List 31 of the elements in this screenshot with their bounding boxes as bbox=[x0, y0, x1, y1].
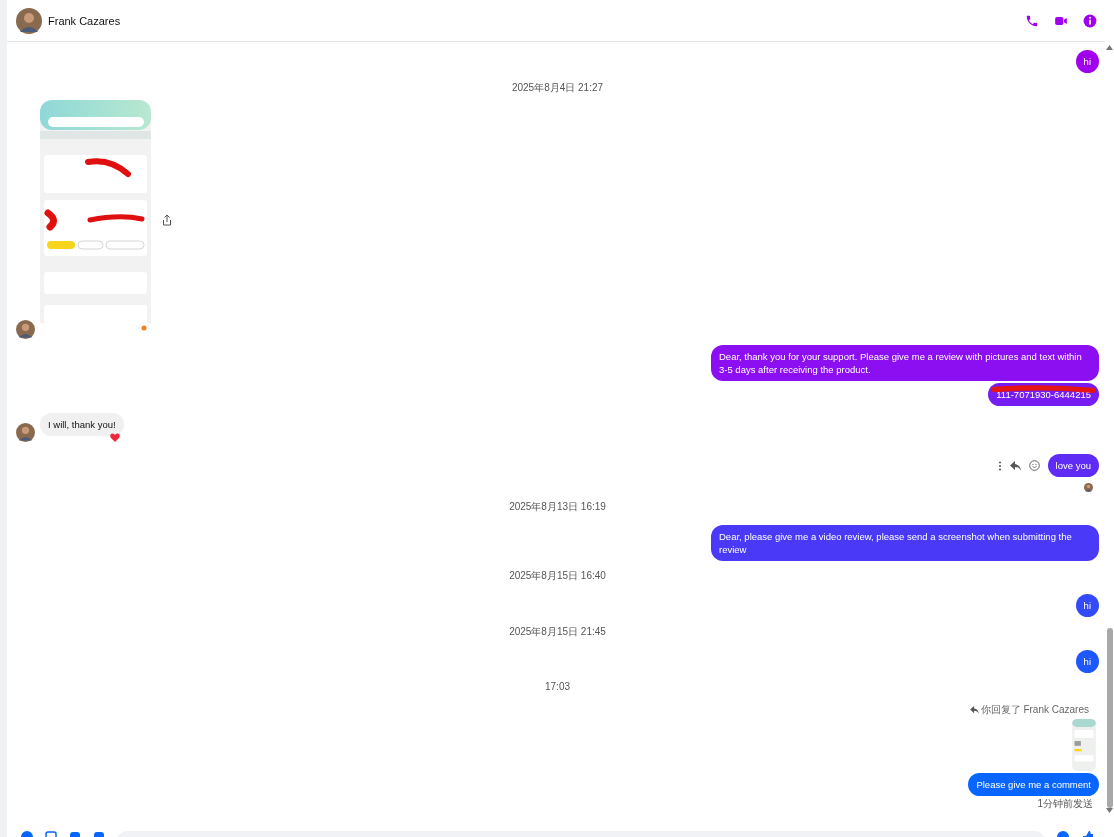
timestamp: 2025年8月4日 21:27 bbox=[511, 81, 604, 95]
message-bubble[interactable]: I will, thank you! bbox=[40, 413, 124, 436]
contact-name[interactable]: Frank Cazares bbox=[48, 14, 121, 27]
timestamp: 17:03 bbox=[545, 681, 570, 692]
reply-icon bbox=[969, 706, 979, 714]
message-bubble[interactable]: hi bbox=[1075, 650, 1099, 673]
info-icon[interactable] bbox=[1083, 13, 1097, 28]
scroll-up-arrow-icon[interactable] bbox=[1106, 45, 1113, 50]
phone-icon[interactable] bbox=[1025, 13, 1039, 28]
message-bubble[interactable]: hi bbox=[1075, 594, 1099, 617]
scrollbar-thumb[interactable] bbox=[1106, 628, 1113, 808]
message-bubble[interactable]: Dear, thank you for your support. Please give me a review with pictures and text within 3-5 days after receiving the product. bbox=[711, 345, 1099, 381]
avatar-icon[interactable] bbox=[16, 320, 35, 339]
scroll-down-arrow-icon[interactable] bbox=[1106, 808, 1113, 813]
timestamp: 2025年8月15日 21:45 bbox=[509, 625, 606, 639]
reply-label: 你回复了 Frank Cazares bbox=[980, 703, 1089, 717]
message-bubble[interactable]: love you bbox=[1047, 454, 1099, 477]
heart-reaction-icon[interactable] bbox=[109, 433, 120, 442]
smiley-icon[interactable] bbox=[1028, 460, 1040, 471]
sent-status: 1分钟前发送 bbox=[1037, 797, 1093, 811]
message-bubble[interactable]: Please give me a comment bbox=[968, 773, 1099, 796]
timestamp: 2025年8月13日 16:19 bbox=[509, 500, 606, 514]
avatar-icon[interactable] bbox=[16, 7, 42, 34]
avatar-icon[interactable] bbox=[16, 423, 35, 442]
message-bubble[interactable]: Dear, please give me a video review, please send a screenshot when submitting the review bbox=[711, 525, 1099, 561]
more-options-icon[interactable] bbox=[997, 460, 1002, 471]
share-icon[interactable] bbox=[162, 213, 172, 226]
message-bubble[interactable]: hi bbox=[1075, 50, 1099, 73]
timestamp: 2025年8月15日 16:40 bbox=[509, 569, 606, 583]
message-bubble[interactable]: 111-7071930-6444215 bbox=[988, 383, 1099, 406]
reply-icon[interactable] bbox=[1009, 460, 1021, 471]
